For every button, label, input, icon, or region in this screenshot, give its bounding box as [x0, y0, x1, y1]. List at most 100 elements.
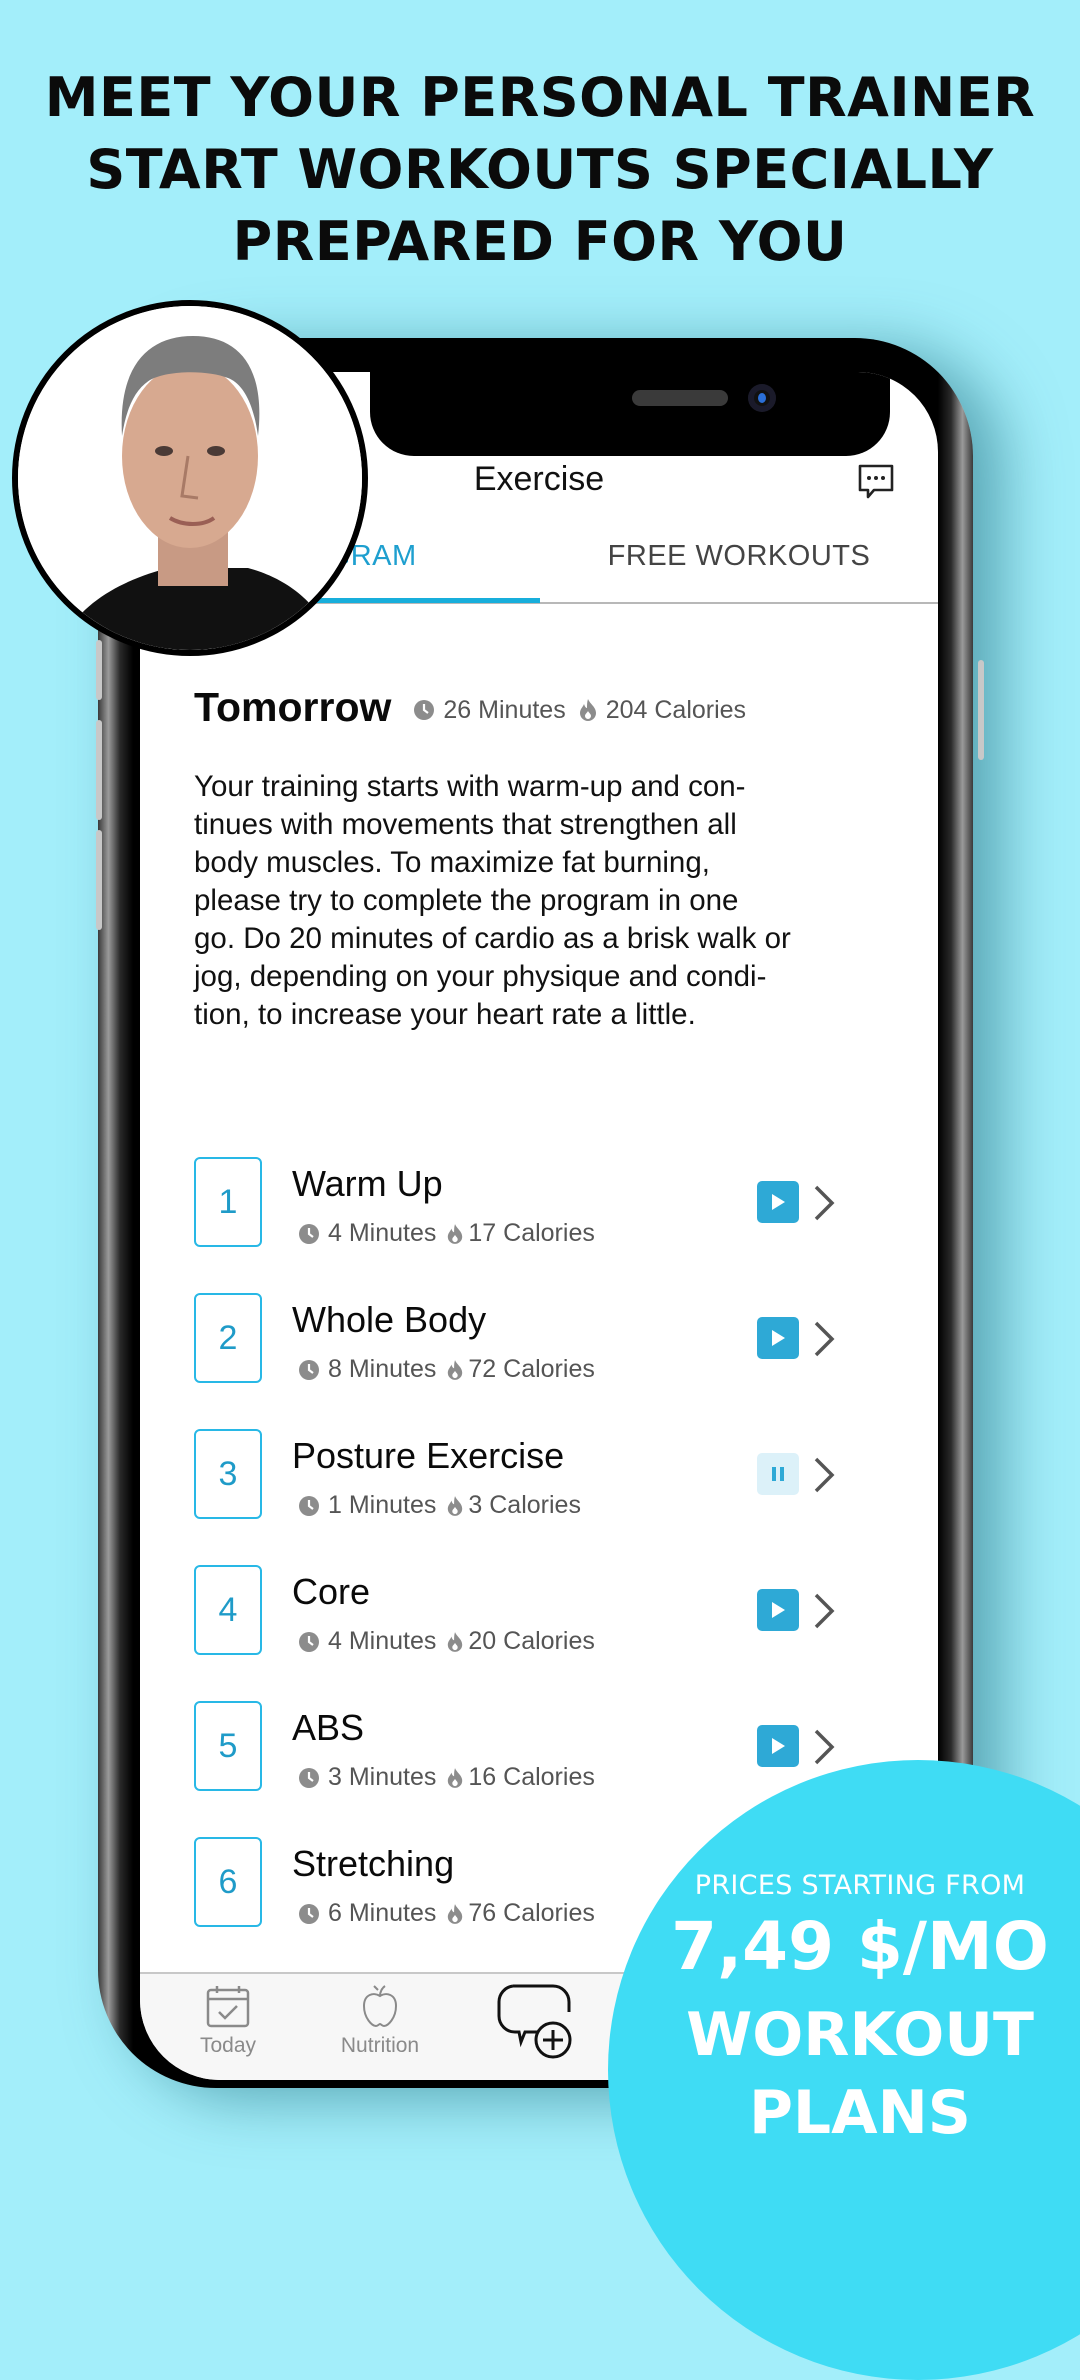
exercise-minutes: 4 Minutes — [328, 1219, 437, 1247]
promo-plans: PLANS — [748, 2078, 972, 2148]
play-button[interactable] — [757, 1725, 799, 1767]
play-button[interactable] — [757, 1589, 799, 1631]
exercise-meta: 8 Minutes 72 Calories — [298, 1355, 595, 1384]
exercise-name: Core — [292, 1571, 371, 1612]
day-minutes: 26 Minutes — [443, 695, 566, 724]
clock-icon — [299, 1495, 319, 1516]
day-calories: 204 Calories — [605, 695, 747, 724]
clock-icon — [299, 1767, 319, 1788]
tab-today-label: Today — [199, 2034, 257, 2057]
chevron-right-icon[interactable] — [812, 1183, 836, 1223]
exercise-row[interactable]: 3 Posture Exercise 1 Minutes 3 Calories — [194, 1429, 894, 1565]
pause-icon — [772, 1467, 784, 1481]
chevron-right-icon[interactable] — [812, 1455, 836, 1495]
exercise-number: 2 — [194, 1293, 262, 1383]
exercise-minutes: 6 Minutes — [328, 1899, 437, 1927]
headline: MEET YOUR PERSONAL TRAINER START WORKOUT… — [0, 62, 1080, 278]
exercise-meta: 6 Minutes 76 Calories — [298, 1899, 595, 1928]
flame-icon — [579, 699, 596, 721]
description-line: body muscles. To maximize fat burning, — [194, 846, 710, 879]
play-button[interactable] — [757, 1181, 799, 1223]
play-button[interactable] — [757, 1317, 799, 1359]
exercise-calories: 17 Calories — [468, 1219, 595, 1247]
trainer-avatar — [12, 300, 368, 656]
exercise-row[interactable]: 1 Warm Up 4 Minutes 17 Calories — [194, 1157, 894, 1293]
tab-today[interactable]: Today — [168, 1984, 288, 2058]
clock-icon — [299, 1359, 319, 1380]
flame-icon — [448, 1359, 463, 1380]
tab-nutrition[interactable]: Nutrition — [310, 1984, 450, 2058]
exercise-name: ABS — [292, 1707, 365, 1748]
chevron-right-icon[interactable] — [812, 1727, 836, 1767]
exercise-name: Whole Body — [292, 1299, 487, 1340]
description-line: tion, to increase your heart rate a litt… — [194, 998, 696, 1031]
chat-bubble-icon[interactable] — [856, 462, 896, 502]
description-line: jog, depending on your physique and cond… — [194, 960, 767, 993]
flame-icon — [448, 1767, 463, 1788]
flame-icon — [448, 1903, 463, 1924]
front-camera — [748, 384, 776, 412]
flame-icon — [448, 1495, 463, 1516]
flame-icon — [448, 1223, 463, 1244]
day-header: Tomorrow 26 Minutes 204 Calories — [194, 684, 746, 731]
exercise-calories: 3 Calories — [468, 1491, 581, 1519]
exercise-meta: 4 Minutes 17 Calories — [298, 1219, 595, 1248]
exercise-name: Warm Up — [292, 1163, 443, 1204]
pause-button[interactable] — [757, 1453, 799, 1495]
headline-line-3: PREPARED FOR YOU — [232, 210, 848, 273]
apple-icon — [362, 1985, 398, 2028]
chevron-right-icon[interactable] — [812, 1319, 836, 1359]
exercise-minutes: 4 Minutes — [328, 1627, 437, 1655]
play-icon — [772, 1602, 785, 1618]
trainer-photo — [18, 306, 362, 650]
clock-icon — [299, 1903, 319, 1924]
promo-price: 7,49 $/MO — [671, 1908, 1049, 1985]
exercise-name: Stretching — [292, 1843, 455, 1884]
clock-icon — [299, 1631, 319, 1652]
exercise-row[interactable]: 2 Whole Body 8 Minutes 72 Calories — [194, 1293, 894, 1429]
description-line: go. Do 20 minutes of cardio as a brisk w… — [194, 922, 791, 955]
day-title: Tomorrow — [194, 684, 392, 730]
description-line: Your training starts with warm-up and co… — [194, 770, 746, 803]
play-icon — [772, 1194, 785, 1210]
phone-volume-down — [96, 830, 102, 930]
exercise-calories: 20 Calories — [468, 1627, 595, 1655]
tab-free-workouts[interactable]: FREE WORKOUTS — [540, 540, 938, 600]
exercise-number: 5 — [194, 1701, 262, 1791]
headline-line-2: START WORKOUTS SPECIALLY — [86, 138, 994, 201]
exercise-meta: 1 Minutes 3 Calories — [298, 1491, 581, 1520]
chat-add-icon — [497, 1984, 572, 2059]
program-description: Your training starts with warm-up and co… — [194, 768, 834, 1034]
exercise-row[interactable]: 4 Core 4 Minutes 20 Calories — [194, 1565, 894, 1701]
calendar-check-icon — [206, 1986, 250, 2028]
phone-power-button — [978, 660, 984, 760]
exercise-meta: 3 Minutes 16 Calories — [298, 1763, 595, 1792]
promo-subtitle: PRICES STARTING FROM — [694, 1870, 1026, 1901]
tab-free-workouts-label: FREE WORKOUTS — [607, 540, 871, 572]
clock-icon — [299, 1223, 319, 1244]
flame-icon — [448, 1631, 463, 1652]
exercise-number: 6 — [194, 1837, 262, 1927]
clock-icon — [414, 700, 435, 720]
play-icon — [772, 1330, 785, 1346]
exercise-calories: 16 Calories — [468, 1763, 595, 1791]
exercise-name: Posture Exercise — [292, 1435, 565, 1476]
description-line: please try to complete the program in on… — [194, 884, 739, 917]
phone-side-button — [96, 640, 102, 700]
phone-volume-up — [96, 720, 102, 820]
chevron-right-icon[interactable] — [812, 1591, 836, 1631]
speaker-grille — [632, 390, 728, 406]
headline-line-1: MEET YOUR PERSONAL TRAINER — [44, 66, 1036, 129]
exercise-meta: 4 Minutes 20 Calories — [298, 1627, 595, 1656]
exercise-number: 3 — [194, 1429, 262, 1519]
tab-chat-add[interactable] — [492, 1982, 582, 2066]
exercise-minutes: 3 Minutes — [328, 1763, 437, 1791]
description-line: tinues with movements that strengthen al… — [194, 808, 737, 841]
exercise-calories: 72 Calories — [468, 1355, 595, 1383]
tab-nutrition-label: Nutrition — [340, 2034, 420, 2057]
exercise-minutes: 8 Minutes — [328, 1355, 437, 1383]
promo-workout: WORKOUT — [686, 2000, 1034, 2070]
exercise-number: 4 — [194, 1565, 262, 1655]
exercise-calories: 76 Calories — [468, 1899, 595, 1927]
phone-notch — [370, 372, 890, 456]
